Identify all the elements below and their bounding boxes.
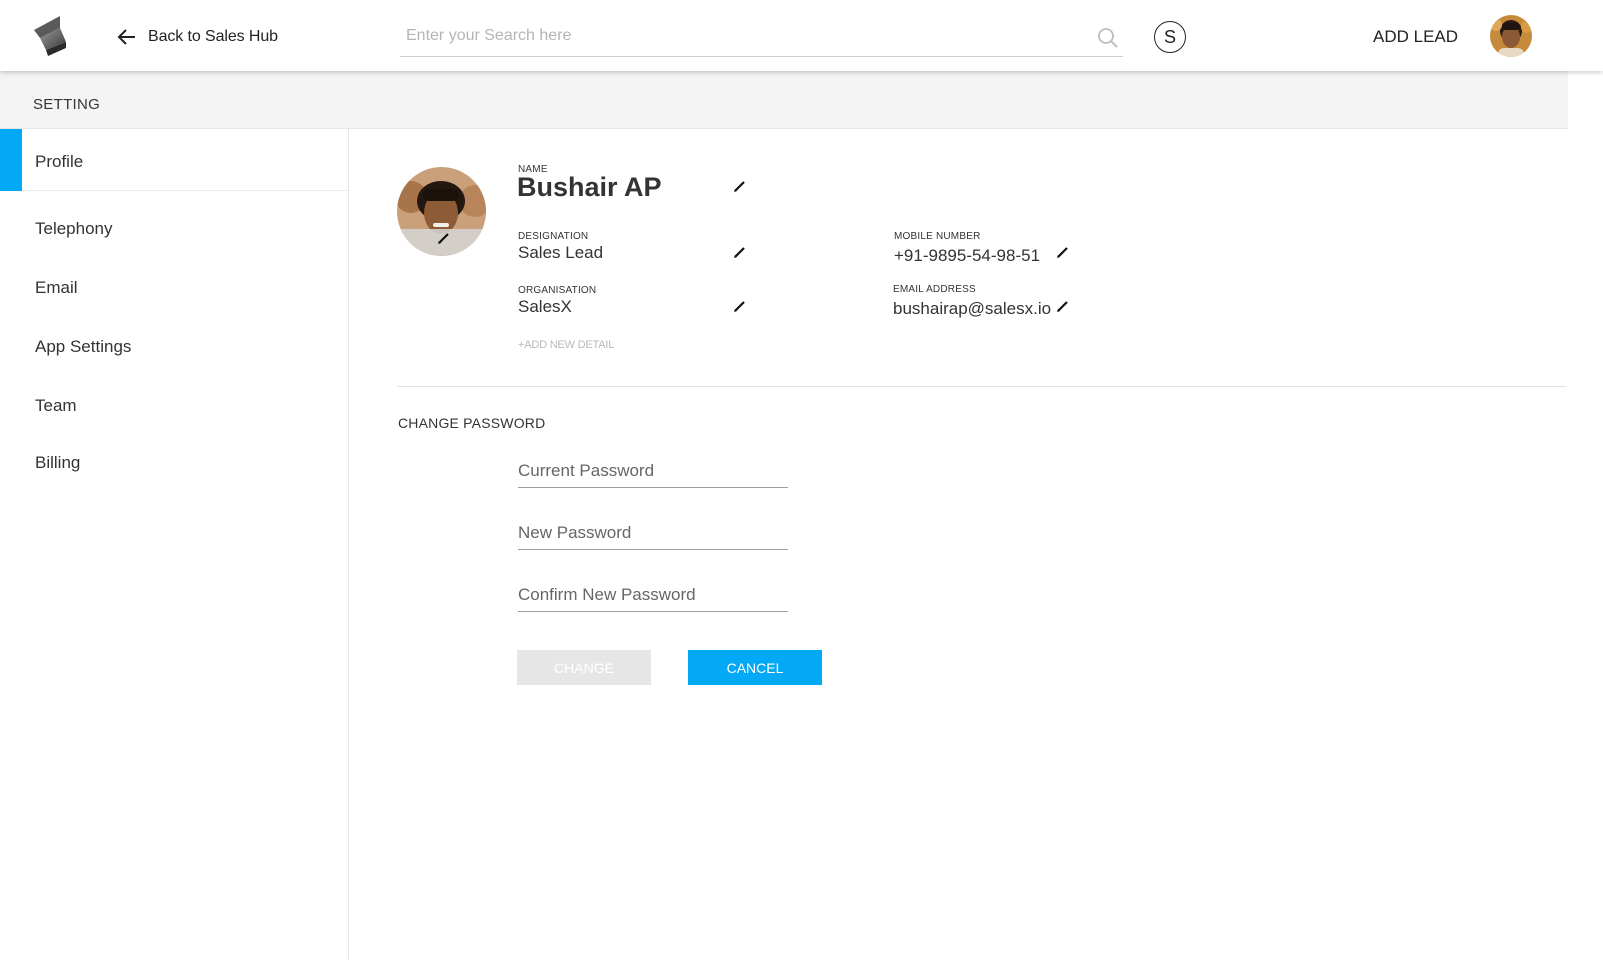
profile-name: Bushair AP xyxy=(517,172,662,202)
search-input[interactable] xyxy=(406,24,1066,48)
sidebar-item-label: Profile xyxy=(35,152,84,171)
back-to-sales-hub-link[interactable]: Back to Sales Hub xyxy=(116,24,278,50)
avatar[interactable] xyxy=(1490,15,1532,57)
sidebar-item-label: Team xyxy=(35,396,77,415)
email-value: bushairap@salesx.io xyxy=(893,299,1052,318)
change-button[interactable]: CHANGE xyxy=(517,650,651,685)
new-password-input[interactable] xyxy=(518,516,788,546)
edit-pencil-icon[interactable] xyxy=(1056,299,1070,313)
sidebar-item-label: Billing xyxy=(35,453,81,472)
confirm-password-field xyxy=(518,578,788,612)
section-divider xyxy=(397,386,1566,387)
current-password-field xyxy=(518,454,788,488)
current-password-input[interactable] xyxy=(518,454,788,484)
search-bar xyxy=(400,20,1123,57)
add-lead-button[interactable]: ADD LEAD xyxy=(1373,27,1458,47)
sidebar-item-profile[interactable]: Profile xyxy=(0,129,348,191)
organisation-value: SalesX xyxy=(518,297,572,316)
search-icon[interactable] xyxy=(1097,27,1119,49)
edit-pencil-icon[interactable] xyxy=(1056,245,1070,259)
designation-caption: DESIGNATION xyxy=(518,231,589,242)
logo-icon[interactable] xyxy=(34,16,66,56)
sidebar-item-app-settings[interactable]: App Settings xyxy=(0,316,348,376)
sidebar-item-email[interactable]: Email xyxy=(0,257,348,317)
mobile-value: +91-9895-54-98-51 xyxy=(894,246,1041,265)
sidebar-item-team[interactable]: Team xyxy=(0,376,348,436)
settings-header: SETTING xyxy=(0,71,1568,129)
sidebar-item-label: Email xyxy=(35,278,78,297)
sidebar-item-label: Telephony xyxy=(35,219,113,238)
mobile-caption: MOBILE NUMBER xyxy=(894,231,981,242)
sidebar-item-label: App Settings xyxy=(35,337,132,356)
back-label: Back to Sales Hub xyxy=(148,28,278,45)
add-new-detail-link[interactable]: +ADD NEW DETAIL xyxy=(518,339,614,351)
profile-photo[interactable] xyxy=(397,167,486,256)
sidebar-item-telephony[interactable]: Telephony xyxy=(0,197,348,257)
edit-pencil-icon[interactable] xyxy=(733,299,747,313)
arrow-left-icon xyxy=(117,29,135,45)
change-password-title: CHANGE PASSWORD xyxy=(398,415,546,431)
organisation-caption: ORGANISATION xyxy=(518,285,597,296)
edit-pencil-icon[interactable] xyxy=(733,179,747,193)
s-circle-button[interactable]: S xyxy=(1154,21,1186,53)
profile-content: NAME Bushair AP DESIGNATION Sales Lead O… xyxy=(349,129,1568,960)
cancel-button[interactable]: CANCEL xyxy=(688,650,822,685)
sidebar-item-billing[interactable]: Billing xyxy=(0,432,348,492)
designation-value: Sales Lead xyxy=(518,243,604,262)
active-indicator xyxy=(0,129,22,191)
confirm-password-input[interactable] xyxy=(518,578,788,608)
edit-pencil-icon[interactable] xyxy=(733,245,747,259)
edit-pencil-icon[interactable] xyxy=(437,231,451,245)
settings-sidebar: Profile Telephony Email App Settings Tea… xyxy=(0,129,349,960)
top-bar: Back to Sales Hub S ADD LEAD xyxy=(0,0,1603,71)
settings-title: SETTING xyxy=(33,96,101,113)
email-caption: EMAIL ADDRESS xyxy=(893,284,976,295)
new-password-field xyxy=(518,516,788,550)
